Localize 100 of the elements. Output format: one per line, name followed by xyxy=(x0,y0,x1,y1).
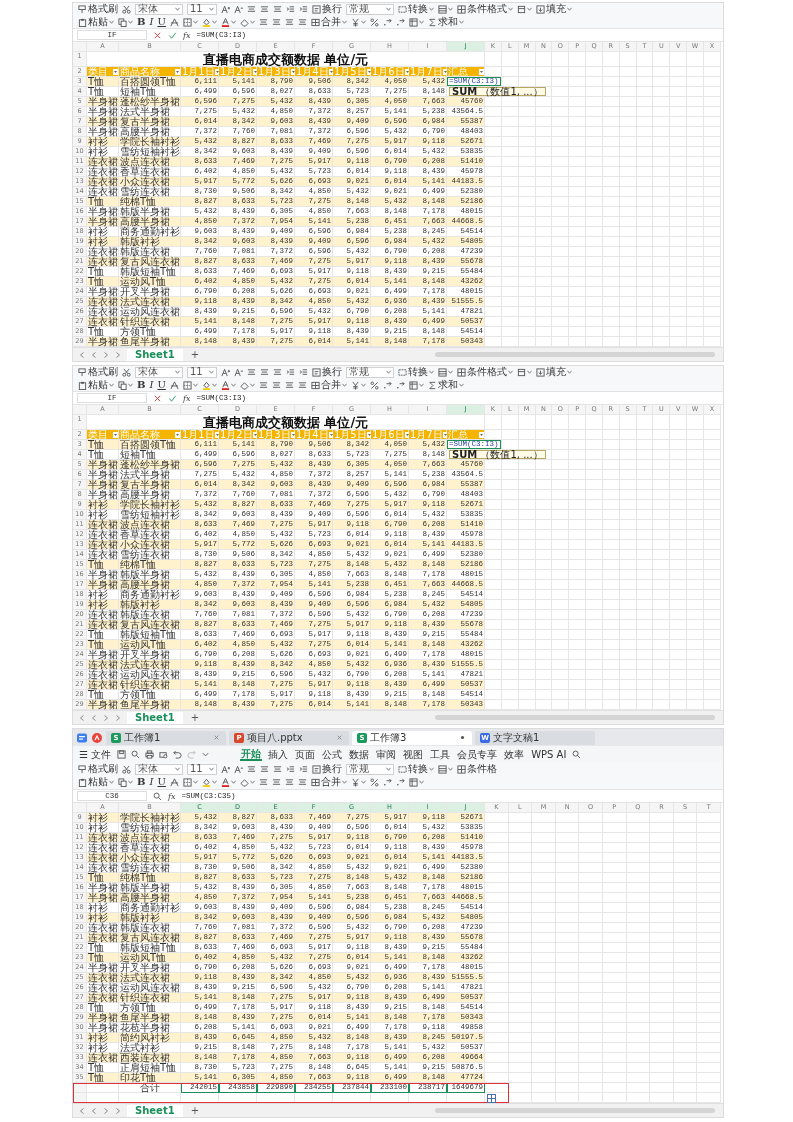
eraser-icon[interactable] xyxy=(239,17,249,27)
ribbon-tab[interactable]: 会员专享 xyxy=(456,747,499,761)
caret-icon[interactable] xyxy=(341,20,347,24)
paint-bucket-icon[interactable] xyxy=(201,380,211,390)
cell-style-icon[interactable] xyxy=(517,367,526,377)
decimal-icon[interactable] xyxy=(395,777,405,787)
add-sheet-button[interactable]: + xyxy=(188,1104,201,1117)
indent-icon[interactable] xyxy=(299,367,308,377)
table-icon[interactable] xyxy=(408,777,418,787)
file-menu[interactable]: ☰ 文件 xyxy=(78,747,113,761)
caret-icon[interactable] xyxy=(567,7,572,11)
function-button[interactable]: fx xyxy=(183,30,191,40)
scissors-icon[interactable] xyxy=(122,4,131,14)
font-color-icon[interactable] xyxy=(220,17,230,27)
dropdown-field[interactable]: 11 xyxy=(187,3,217,15)
ribbon-tab[interactable]: 效率 xyxy=(503,747,526,761)
align-icon[interactable] xyxy=(284,17,294,27)
horizontal-scrollbar[interactable] xyxy=(435,352,715,357)
align-icon[interactable] xyxy=(247,764,256,774)
align-icon[interactable] xyxy=(284,777,294,787)
font-increase-icon[interactable] xyxy=(221,4,230,14)
align-icon[interactable] xyxy=(247,4,256,14)
conditional-format-button[interactable]: 条件格式 xyxy=(457,366,513,378)
align-icon[interactable] xyxy=(273,367,282,377)
caret-icon[interactable] xyxy=(128,383,133,387)
caret-icon[interactable] xyxy=(230,20,236,24)
caret-icon[interactable] xyxy=(418,780,424,784)
autosum-button[interactable]: 求和 xyxy=(427,379,464,391)
copy-icon[interactable] xyxy=(118,17,127,27)
sheet-tab[interactable]: Sheet1 xyxy=(127,1104,183,1117)
ai-button[interactable]: WPS AI xyxy=(530,747,568,761)
filter-dropdown-icon[interactable] xyxy=(366,68,372,75)
paste-button[interactable]: 粘贴 xyxy=(78,776,114,788)
italic-button[interactable]: I xyxy=(149,379,154,391)
align-icon[interactable] xyxy=(271,380,281,390)
autosum-button[interactable]: 求和 xyxy=(427,16,464,28)
filter-dropdown-icon[interactable] xyxy=(113,431,118,438)
undo-icon[interactable] xyxy=(173,749,183,759)
sheet-tab[interactable]: Sheet1 xyxy=(127,348,183,361)
underline-button[interactable]: U xyxy=(157,776,166,788)
caret-icon[interactable] xyxy=(508,7,513,11)
conditional-format-icon[interactable] xyxy=(457,367,466,377)
filter-dropdown-icon[interactable] xyxy=(328,431,334,438)
ribbon-tab[interactable]: 审阅 xyxy=(375,747,398,761)
cancel-icon[interactable] xyxy=(153,393,162,403)
filter-dropdown-icon[interactable] xyxy=(113,68,118,75)
function-button[interactable]: fx xyxy=(183,393,191,403)
percent-icon[interactable] xyxy=(369,380,379,390)
indent-icon[interactable] xyxy=(299,764,308,774)
font-increase-icon[interactable] xyxy=(221,367,230,377)
paste-button[interactable]: 粘贴 xyxy=(78,16,114,28)
caret-icon[interactable] xyxy=(418,383,424,387)
caret-icon[interactable] xyxy=(448,7,453,11)
wrap-text-button[interactable]: 换行 xyxy=(312,763,342,775)
font-color-icon[interactable] xyxy=(220,380,230,390)
add-sheet-button[interactable]: + xyxy=(188,711,201,724)
currency-icon[interactable] xyxy=(350,17,360,27)
ribbon-tab[interactable]: 插入 xyxy=(267,747,290,761)
align-icon[interactable] xyxy=(271,777,281,787)
paintbrush-icon[interactable] xyxy=(78,4,87,14)
caret-icon[interactable] xyxy=(109,20,114,24)
fill-icon[interactable] xyxy=(536,367,545,377)
caret-icon[interactable] xyxy=(508,370,513,374)
align-icon[interactable] xyxy=(273,764,282,774)
caret-icon[interactable] xyxy=(209,767,214,771)
align-icon[interactable] xyxy=(258,17,268,27)
search-icon[interactable] xyxy=(572,749,582,759)
decimal-icon[interactable] xyxy=(395,17,405,27)
ribbon-tab[interactable]: 数据 xyxy=(348,747,371,761)
paint-bucket-icon[interactable] xyxy=(201,17,211,27)
quick-analysis-icon[interactable] xyxy=(487,1094,497,1103)
merge-button[interactable]: 合并 xyxy=(310,379,347,391)
indent-icon[interactable] xyxy=(286,764,295,774)
sum-icon[interactable] xyxy=(427,380,437,390)
filter-dropdown-icon[interactable] xyxy=(328,68,334,75)
merge-button[interactable]: 合并 xyxy=(310,16,347,28)
caret-icon[interactable] xyxy=(567,370,572,374)
decimal-icon[interactable] xyxy=(382,380,392,390)
conditional-format-icon[interactable] xyxy=(457,4,466,14)
cell-style-icon[interactable] xyxy=(517,4,526,14)
wrap-text-button[interactable]: 换行 xyxy=(312,3,342,15)
convert-button[interactable]: 转换 xyxy=(398,3,434,15)
caret-icon[interactable] xyxy=(192,780,198,784)
paint-bucket-icon[interactable] xyxy=(201,777,211,787)
cancel-icon[interactable] xyxy=(153,30,162,40)
strikethrough-icon[interactable] xyxy=(169,17,179,27)
scissors-icon[interactable] xyxy=(122,367,131,377)
conditional-format-button[interactable]: 条件格式 xyxy=(457,3,513,15)
save-icon[interactable] xyxy=(117,749,127,759)
filter-dropdown-icon[interactable] xyxy=(366,431,372,438)
dropdown-field[interactable]: 常规 xyxy=(346,3,394,15)
caret-icon[interactable] xyxy=(249,780,255,784)
align-icon[interactable] xyxy=(284,380,294,390)
caret-icon[interactable] xyxy=(109,383,114,387)
caret-icon[interactable] xyxy=(128,780,133,784)
align-icon[interactable] xyxy=(273,4,282,14)
ribbon-tab[interactable]: 视图 xyxy=(402,747,425,761)
filter-dropdown-icon[interactable] xyxy=(404,68,410,75)
fill-button[interactable]: 填充 xyxy=(536,3,572,15)
wrap-text-button[interactable]: 换行 xyxy=(312,366,342,378)
